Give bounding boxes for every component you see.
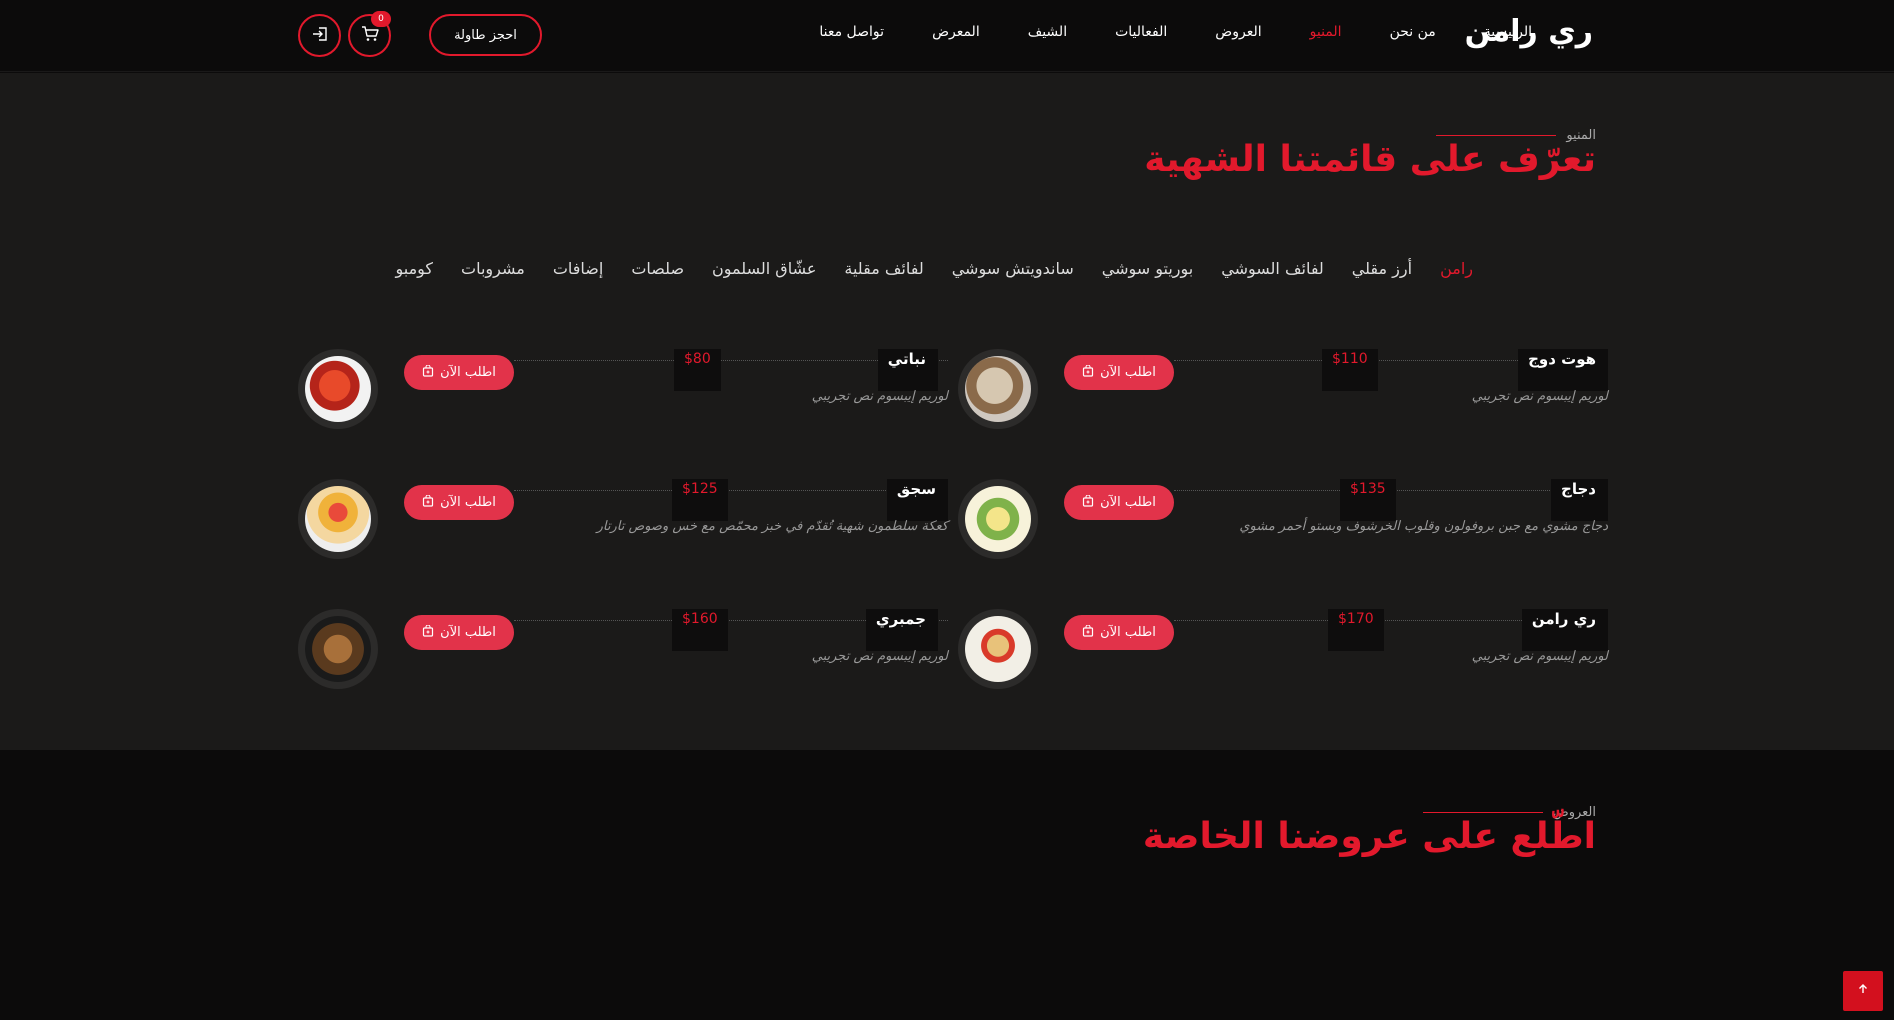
item-name: هوت دوج (1518, 349, 1608, 391)
order-now-label: اطلب الآن (1100, 625, 1156, 640)
category-drinks[interactable]: مشروبات (447, 259, 539, 278)
order-now-button[interactable]: اطلب الآن (1064, 615, 1174, 650)
order-now-button[interactable]: اطلب الآن (1064, 485, 1174, 520)
price-leader-dots (514, 490, 948, 491)
main-nav: الرئيسية من نحن المنيو العروض الفعاليات … (795, 24, 1556, 40)
order-now-button[interactable]: اطلب الآن (404, 355, 514, 390)
menu-item: اطلب الآن $110 هوت دوج لوريم إيبسوم نص ت… (958, 349, 1608, 439)
item-name: نباتي (877, 349, 938, 391)
dish-image[interactable] (298, 609, 378, 689)
dish-image[interactable] (958, 349, 1038, 429)
item-name: دجاج (1551, 479, 1608, 521)
item-price: $110 (1322, 349, 1378, 391)
item-price: $125 (672, 479, 728, 521)
menu-category-filters: رامن أرز مقلي لفائف السوشي بوريتو سوشي س… (381, 259, 1487, 278)
scroll-to-top-button[interactable] (1843, 971, 1883, 1011)
category-sushi-sandwich[interactable]: ساندويتش سوشي (938, 259, 1088, 278)
offers-section: العروض اطّلع على عروضنا الخاصة (0, 750, 1894, 1020)
dish-image[interactable] (958, 479, 1038, 559)
bag-icon (1082, 623, 1094, 641)
site-header: ري رامن الرئيسية من نحن المنيو العروض ال… (0, 0, 1894, 72)
nav-chef[interactable]: الشيف (1004, 24, 1091, 40)
bag-icon (422, 363, 434, 381)
menu-title: تعرّف على قائمتنا الشهية (1144, 139, 1596, 180)
category-combo[interactable]: كومبو (381, 259, 447, 278)
item-name: سجق (886, 479, 948, 521)
order-now-button[interactable]: اطلب الآن (1064, 355, 1174, 390)
order-now-label: اطلب الآن (440, 495, 496, 510)
category-fried-rolls[interactable]: لفائف مقلية (830, 259, 937, 278)
book-table-button[interactable]: احجز طاولة (429, 14, 542, 56)
menu-section: المنيو تعرّف على قائمتنا الشهية رامن أرز… (0, 73, 1894, 750)
cart-icon (361, 25, 379, 46)
subtitle-divider (1422, 812, 1543, 813)
item-price: $80 (674, 349, 721, 391)
dish-image[interactable] (958, 609, 1038, 689)
order-now-button[interactable]: اطلب الآن (404, 485, 514, 520)
item-description: لوريم إيبسوم نص تجريبي (811, 389, 948, 404)
item-description: كعكة سلطمون شهية تُقدّم في خبز محمّص مع … (596, 519, 948, 534)
dish-image[interactable] (298, 349, 378, 429)
menu-item: اطلب الآن $125 سجق كعكة سلطمون شهية تُقد… (298, 479, 948, 569)
offers-title: اطّلع على عروضنا الخاصة (1142, 816, 1596, 857)
item-price: $170 (1328, 609, 1384, 651)
category-extras[interactable]: إضافات (539, 259, 618, 278)
item-price: $160 (672, 609, 728, 651)
bag-icon (1082, 363, 1094, 381)
nav-events[interactable]: الفعاليات (1091, 24, 1191, 40)
menu-item: اطلب الآن $80 نباتي لوريم إيبسوم نص تجري… (298, 349, 948, 439)
order-now-label: اطلب الآن (440, 625, 496, 640)
subtitle-divider (1436, 135, 1557, 136)
login-button[interactable] (298, 14, 341, 57)
bag-icon (1082, 493, 1094, 511)
menu-item: اطلب الآن $170 ري رامن لوريم إيبسوم نص ت… (958, 609, 1608, 699)
order-now-label: اطلب الآن (1100, 495, 1156, 510)
item-name: ري رامن (1521, 609, 1608, 651)
item-description: لوريم إيبسوم نص تجريبي (1471, 649, 1608, 664)
category-sauces[interactable]: صلصات (617, 259, 698, 278)
item-description: لوريم إيبسوم نص تجريبي (811, 649, 948, 664)
category-sushi-rolls[interactable]: لفائف السوشي (1207, 259, 1338, 278)
nav-home[interactable]: الرئيسية (1460, 24, 1556, 40)
nav-about[interactable]: من نحن (1366, 24, 1460, 40)
nav-contact[interactable]: تواصل معنا (795, 24, 908, 40)
item-price: $135 (1340, 479, 1396, 521)
login-icon (311, 26, 329, 46)
bag-icon (422, 623, 434, 641)
category-sushi-burrito[interactable]: بوريتو سوشي (1088, 259, 1208, 278)
item-description: لوريم إيبسوم نص تجريبي (1471, 389, 1608, 404)
order-now-label: اطلب الآن (1100, 365, 1156, 380)
order-now-label: اطلب الآن (440, 365, 496, 380)
bag-icon (422, 493, 434, 511)
cart-button[interactable]: 0 (348, 11, 391, 57)
order-now-button[interactable]: اطلب الآن (404, 615, 514, 650)
nav-offers[interactable]: العروض (1191, 24, 1285, 40)
category-salmon-lovers[interactable]: عشّاق السلمون (698, 259, 830, 278)
menu-item: اطلب الآن $135 دجاج دجاج مشوي مع جبن برو… (958, 479, 1608, 569)
item-description: دجاج مشوي مع جبن بروفولون وقلوب الخرشوف … (1239, 519, 1608, 534)
nav-gallery[interactable]: المعرض (908, 24, 1004, 40)
menu-item: اطلب الآن $160 جمبري لوريم إيبسوم نص تجر… (298, 609, 948, 699)
category-fried-rice[interactable]: أرز مقلي (1338, 259, 1426, 278)
arrow-up-icon (1857, 983, 1869, 999)
category-ramen[interactable]: رامن (1426, 259, 1487, 278)
item-name: جمبري (865, 609, 938, 651)
dish-image[interactable] (298, 479, 378, 559)
nav-menu[interactable]: المنيو (1286, 24, 1366, 40)
cart-count-badge: 0 (371, 11, 391, 27)
